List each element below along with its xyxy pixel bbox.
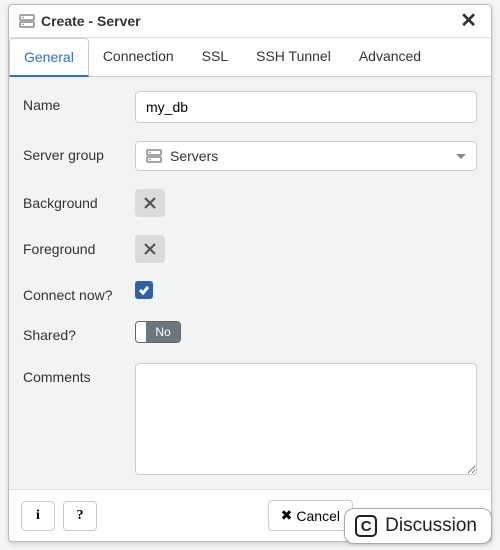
close-icon[interactable]: ✕ <box>456 11 481 31</box>
dialog-body: Name Server group Servers <box>9 77 491 489</box>
label-shared: Shared? <box>23 321 135 343</box>
dialog-header: Create - Server ✕ <box>9 5 491 38</box>
row-comments: Comments <box>23 363 477 478</box>
row-background: Background <box>23 189 477 217</box>
tab-advanced[interactable]: Advanced <box>345 38 435 76</box>
help-button[interactable]: ? <box>63 501 97 531</box>
foreground-color-button[interactable] <box>135 235 165 263</box>
server-group-value: Servers <box>170 148 456 164</box>
label-server-group: Server group <box>23 141 135 163</box>
comments-textarea[interactable] <box>135 363 477 475</box>
discussion-badge[interactable]: C Discussion <box>344 508 492 544</box>
info-button[interactable]: i <box>21 501 55 531</box>
label-foreground: Foreground <box>23 235 135 257</box>
create-server-dialog: Create - Server ✕ General Connection SSL… <box>8 4 492 542</box>
server-icon <box>19 14 35 28</box>
chevron-down-icon <box>456 154 466 159</box>
name-input[interactable] <box>135 91 477 123</box>
tab-general[interactable]: General <box>9 38 89 77</box>
discussion-icon: C <box>355 515 377 537</box>
cancel-button-label: Cancel <box>296 508 340 524</box>
row-server-group: Server group Servers <box>23 141 477 171</box>
label-comments: Comments <box>23 363 135 385</box>
shared-toggle-label: No <box>146 322 180 342</box>
row-name: Name <box>23 91 477 123</box>
background-color-button[interactable] <box>135 189 165 217</box>
row-connect-now: Connect now? <box>23 281 477 303</box>
cancel-button[interactable]: ✖ Cancel <box>268 500 353 531</box>
discussion-label: Discussion <box>385 515 477 537</box>
label-background: Background <box>23 189 135 211</box>
servers-icon <box>146 149 162 163</box>
tab-ssh-tunnel[interactable]: SSH Tunnel <box>242 38 345 76</box>
tab-connection[interactable]: Connection <box>89 38 188 76</box>
server-group-select[interactable]: Servers <box>135 141 477 171</box>
row-foreground: Foreground <box>23 235 477 263</box>
label-name: Name <box>23 91 135 113</box>
label-connect-now: Connect now? <box>23 281 135 303</box>
tabs: General Connection SSL SSH Tunnel Advanc… <box>9 38 491 77</box>
connect-now-checkbox[interactable] <box>135 281 153 299</box>
row-shared: Shared? No <box>23 321 477 345</box>
dialog-title: Create - Server <box>41 13 456 29</box>
tab-ssl[interactable]: SSL <box>188 38 242 76</box>
close-icon: ✖ <box>281 507 293 524</box>
shared-toggle[interactable]: No <box>135 321 181 343</box>
